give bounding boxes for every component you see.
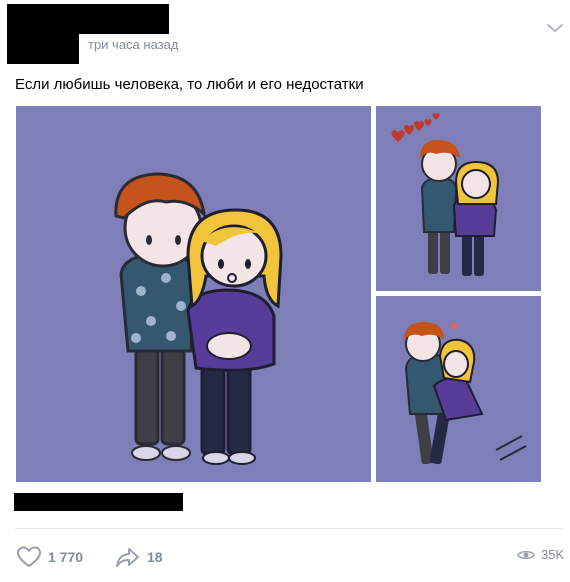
chevron-down-icon[interactable] [546, 22, 564, 34]
redacted-avatar-block [7, 4, 79, 64]
views-counter: 35K [517, 547, 564, 562]
like-button[interactable]: 1 770 [16, 545, 83, 569]
share-button[interactable]: 18 [115, 545, 163, 569]
share-arrow-icon [116, 548, 139, 567]
post-image-main[interactable] [16, 106, 371, 482]
redacted-caption-block [14, 493, 183, 511]
like-count: 1 770 [48, 549, 84, 565]
footer-divider [15, 528, 563, 529]
heart-icon [17, 546, 41, 567]
share-count: 18 [147, 549, 163, 565]
views-count: 35K [541, 547, 565, 562]
post-timestamp[interactable]: три часа назад [88, 37, 178, 52]
post-text: Если любишь человека, то люби и его недо… [15, 76, 364, 93]
post-image-bottom-right[interactable] [376, 296, 541, 482]
eye-icon [517, 550, 535, 559]
post-image-top-right[interactable] [376, 106, 541, 291]
